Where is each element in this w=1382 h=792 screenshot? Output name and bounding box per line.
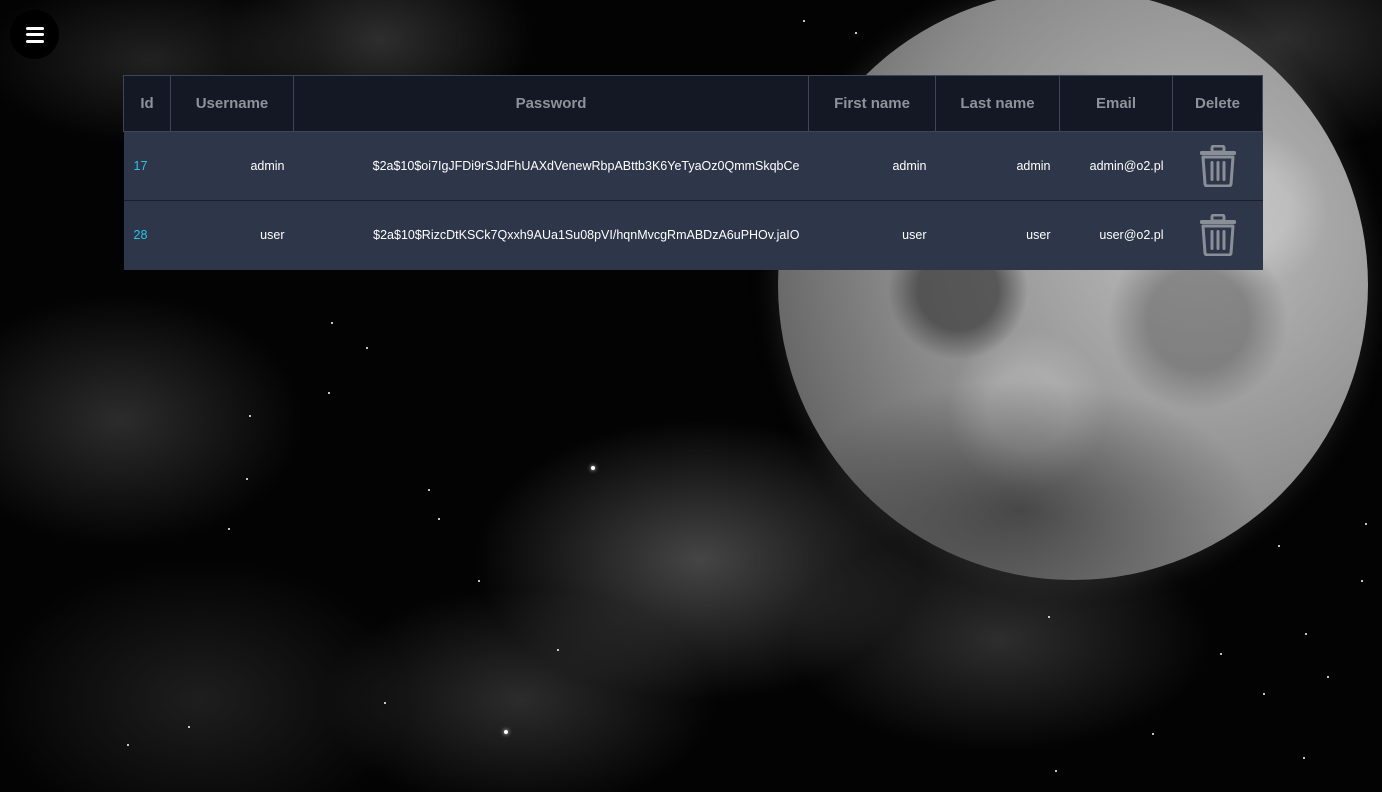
- star: [188, 726, 190, 728]
- user-id-cell: 28: [133, 228, 148, 243]
- email-cell: user@o2.pl: [1099, 228, 1164, 243]
- user-id-cell: 17: [133, 159, 148, 173]
- column-header-password[interactable]: Password: [293, 75, 809, 132]
- first-name-cell: admin: [892, 159, 927, 173]
- star: [246, 478, 248, 480]
- star: [228, 528, 230, 530]
- star: [1220, 653, 1222, 655]
- first-name-cell: user: [902, 228, 927, 243]
- star: [1152, 733, 1154, 735]
- star: [1361, 580, 1363, 582]
- users-table-container: Id Username Password First name Last nam…: [123, 75, 1263, 270]
- column-header-first-name[interactable]: First name: [808, 75, 936, 132]
- delete-cell: [1173, 132, 1263, 201]
- star: [478, 580, 480, 582]
- last-name-cell: admin: [1016, 159, 1051, 173]
- trash-icon: [1199, 145, 1236, 187]
- star: [1263, 693, 1265, 695]
- table-row: 17 admin $2a$10$oi7IgJFDi9rSJdFhUAXdVene…: [123, 131, 1263, 201]
- star: [1365, 523, 1367, 525]
- password-cell: $2a$10$RizcDtKSCk7Qxxh9AUa1Su08pVI/hqnMv…: [373, 228, 800, 243]
- star: [384, 702, 386, 704]
- star: [803, 20, 805, 22]
- delete-user-button[interactable]: [1199, 145, 1237, 187]
- star: [428, 489, 430, 491]
- table-row: 28 user $2a$10$RizcDtKSCk7Qxxh9AUa1Su08p…: [123, 200, 1263, 270]
- star: [127, 744, 129, 746]
- star: [855, 32, 857, 34]
- star: [1055, 770, 1057, 772]
- column-header-username[interactable]: Username: [170, 75, 294, 132]
- star: [504, 730, 508, 734]
- star: [591, 466, 595, 470]
- email-cell: admin@o2.pl: [1089, 159, 1164, 173]
- column-header-last-name[interactable]: Last name: [935, 75, 1060, 132]
- column-header-id[interactable]: Id: [123, 75, 171, 132]
- username-cell: admin: [250, 159, 285, 173]
- delete-cell: [1173, 201, 1263, 270]
- star: [438, 518, 440, 520]
- username-cell: user: [260, 228, 285, 243]
- last-name-cell: user: [1026, 228, 1051, 243]
- star: [1048, 616, 1050, 618]
- column-header-delete: Delete: [1172, 75, 1263, 132]
- cloud-overlay: [780, 380, 1260, 640]
- hamburger-menu-icon: [25, 26, 44, 43]
- star: [1327, 676, 1329, 678]
- star: [1278, 545, 1280, 547]
- star: [249, 415, 251, 417]
- column-header-email[interactable]: Email: [1059, 75, 1173, 132]
- menu-button[interactable]: [10, 10, 59, 59]
- star: [331, 322, 333, 324]
- password-cell: $2a$10$oi7IgJFDi9rSJdFhUAXdVenewRbpABttb…: [372, 159, 800, 173]
- users-table: Id Username Password First name Last nam…: [123, 75, 1263, 270]
- star: [1305, 633, 1307, 635]
- star: [1303, 757, 1305, 759]
- star: [328, 392, 330, 394]
- star: [366, 347, 368, 349]
- delete-user-button[interactable]: [1199, 214, 1237, 257]
- star: [557, 649, 559, 651]
- trash-icon: [1199, 214, 1236, 257]
- table-header-row: Id Username Password First name Last nam…: [123, 75, 1263, 132]
